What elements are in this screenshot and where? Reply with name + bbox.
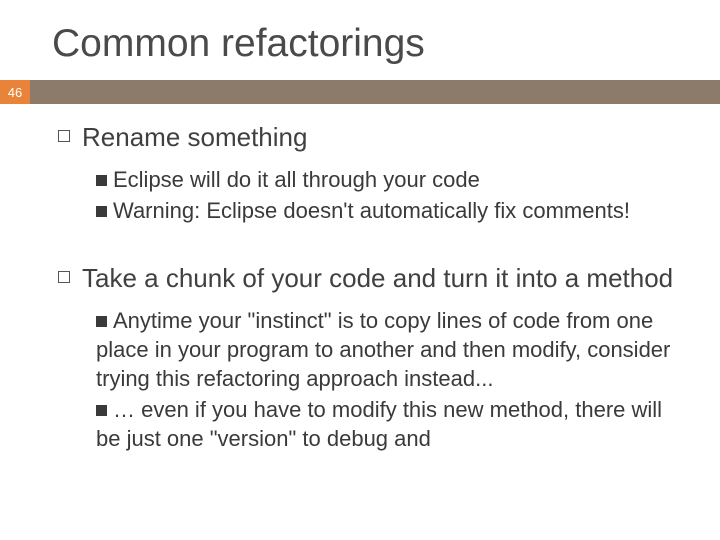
sub-bullet-rest: even if you have to modify this new meth… — [96, 397, 662, 451]
hollow-square-icon — [58, 271, 70, 283]
divider-bar-fill — [30, 80, 720, 104]
filled-square-icon — [96, 175, 107, 186]
sub-bullet-item: Eclipse will do it all through your code — [96, 165, 680, 194]
hollow-square-icon — [58, 130, 70, 142]
filled-square-icon — [96, 405, 107, 416]
divider-bar: 46 — [0, 80, 720, 104]
sub-bullet-lead: Warning: — [113, 198, 200, 223]
slide-title: Common refactorings — [0, 0, 720, 80]
sub-bullet-list: Eclipse will do it all through your code… — [58, 157, 680, 225]
sub-bullet-rest: Eclipse doesn't automatically fix commen… — [200, 198, 630, 223]
bullet-text: Rename something — [82, 122, 307, 153]
filled-square-icon — [96, 206, 107, 217]
filled-square-icon — [96, 316, 107, 327]
sub-bullet-rest: will do it all through your code — [184, 167, 480, 192]
bullet-item: Rename something — [58, 122, 680, 153]
sub-bullet-lead: Eclipse — [113, 167, 184, 192]
sub-bullet-item: … even if you have to modify this new me… — [96, 395, 680, 453]
sub-bullet-lead: … — [113, 397, 135, 422]
slide-number-badge: 46 — [0, 80, 30, 104]
slide-content: Rename something Eclipse will do it all … — [0, 104, 720, 453]
bullet-item: Take a chunk of your code and turn it in… — [58, 263, 680, 294]
sub-bullet-list: Anytime your "instinct" is to copy lines… — [58, 298, 680, 453]
sub-bullet-item: Warning: Eclipse doesn't automatically f… — [96, 196, 680, 225]
sub-bullet-lead: Anytime — [113, 308, 192, 333]
sub-bullet-item: Anytime your "instinct" is to copy lines… — [96, 306, 680, 393]
bullet-text: Take a chunk of your code and turn it in… — [82, 263, 673, 294]
